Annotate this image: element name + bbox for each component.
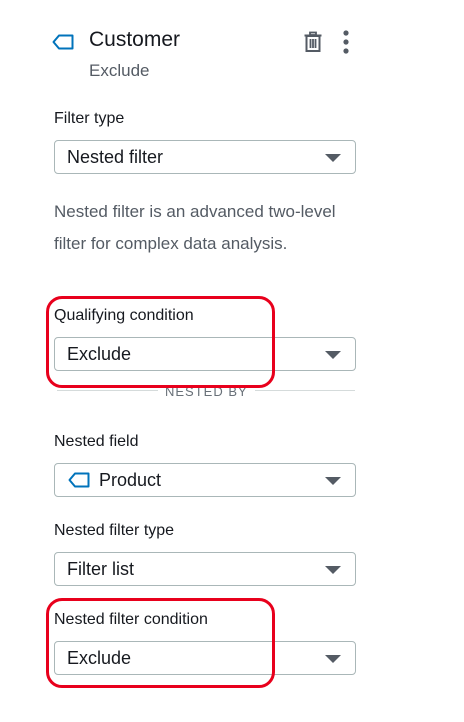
nested-field-label: Nested field bbox=[54, 433, 139, 450]
more-vertical-icon[interactable] bbox=[338, 29, 354, 55]
filter-description: Nested filter is an advanced two-level f… bbox=[54, 202, 336, 253]
nested-filter-type-label: Nested filter type bbox=[54, 522, 175, 539]
filter-type-value: Nested filter bbox=[67, 147, 164, 167]
caret-down-icon bbox=[325, 477, 341, 485]
caret-down-icon bbox=[325, 566, 341, 574]
highlight-box-nested-filter-condition bbox=[46, 598, 275, 688]
caret-down-icon bbox=[325, 655, 341, 663]
filter-type-label: Filter type bbox=[54, 110, 125, 127]
nested-field-value: Product bbox=[99, 470, 162, 490]
trash-icon[interactable] bbox=[303, 31, 323, 53]
filter-subtitle: Exclude bbox=[89, 61, 150, 80]
dimension-tag-icon bbox=[52, 34, 74, 50]
caret-down-icon bbox=[325, 154, 341, 162]
caret-down-icon bbox=[325, 351, 341, 359]
filter-title: Customer bbox=[89, 28, 181, 51]
nested-field-select[interactable]: Product bbox=[54, 463, 356, 497]
dimension-tag-icon bbox=[68, 472, 90, 488]
highlight-box-qualifying-condition bbox=[46, 296, 275, 388]
nested-filter-type-select[interactable]: Filter list bbox=[54, 552, 356, 586]
nested-filter-type-value: Filter list bbox=[67, 559, 134, 579]
filter-type-select[interactable]: Nested filter bbox=[54, 140, 356, 174]
